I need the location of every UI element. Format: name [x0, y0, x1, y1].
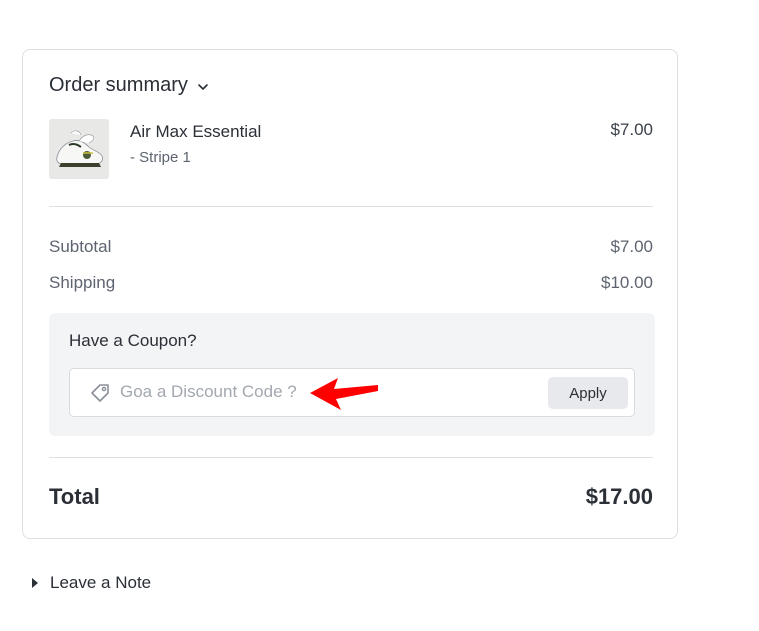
- product-variant: - Stripe 1: [130, 149, 191, 166]
- caret-right-icon: [32, 578, 38, 588]
- divider: [49, 457, 653, 458]
- product-price: $7.00: [610, 120, 653, 139]
- leave-note-toggle[interactable]: Leave a Note: [30, 573, 151, 593]
- red-arrow-annotation: [310, 378, 378, 410]
- product-name: Air Max Essential: [130, 122, 262, 141]
- order-summary-title: Order summary: [49, 74, 188, 96]
- leave-note-label: Leave a Note: [50, 573, 152, 592]
- order-summary-toggle[interactable]: Order summary: [49, 74, 210, 97]
- tag-icon: [91, 384, 109, 402]
- total-label: Total: [49, 484, 100, 509]
- coupon-title: Have a Coupon?: [69, 331, 197, 350]
- coupon-section: Have a Coupon? Apply: [49, 313, 655, 436]
- divider: [49, 206, 653, 207]
- shipping-value: $10.00: [601, 273, 653, 292]
- subtotal-value: $7.00: [610, 237, 653, 256]
- coupon-field: Apply: [69, 368, 635, 417]
- shipping-label: Shipping: [49, 273, 116, 292]
- order-summary-card: Order summary Air Max Essential - Stripe…: [22, 49, 678, 539]
- total-value: $17.00: [585, 484, 653, 509]
- apply-coupon-button[interactable]: Apply: [548, 377, 628, 409]
- subtotal-label: Subtotal: [49, 237, 112, 256]
- product-image: [49, 119, 109, 179]
- sneaker-icon: [49, 119, 109, 179]
- chevron-down-icon: [198, 84, 208, 90]
